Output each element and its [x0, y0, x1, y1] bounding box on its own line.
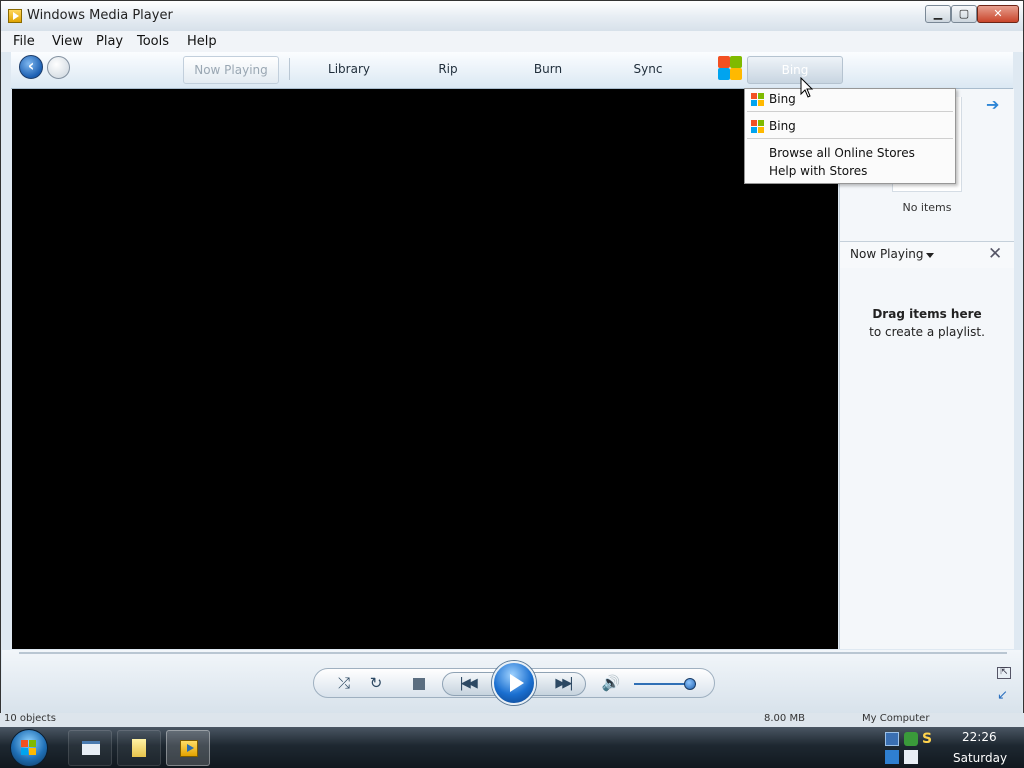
- explorer-status-bar: 10 objects 8.00 MB My Computer: [0, 713, 1024, 727]
- taskbar-explorer[interactable]: [68, 730, 112, 766]
- minimize-button[interactable]: ▁: [925, 5, 951, 23]
- menu-separator: [747, 111, 953, 112]
- seek-bar[interactable]: [19, 652, 1007, 654]
- taskbar-media-player[interactable]: [166, 730, 210, 766]
- media-player-icon: [8, 9, 22, 23]
- mini-mode-icon[interactable]: ↙: [997, 688, 1008, 703]
- tab-burn[interactable]: Burn: [523, 58, 573, 80]
- tab-now-playing[interactable]: Now Playing: [183, 56, 279, 84]
- windows-flag-icon: [751, 93, 764, 106]
- title-bar[interactable]: Windows Media Player ▁ ▢ ✕: [1, 1, 1023, 32]
- window-icon: [82, 741, 100, 755]
- shuffle-icon[interactable]: ⤮: [333, 673, 355, 693]
- menu-view[interactable]: View: [52, 34, 83, 49]
- now-playing-list-header: Now Playing ✕: [840, 241, 1014, 268]
- previous-icon[interactable]: |◀◀: [452, 674, 482, 694]
- taskbar-folder[interactable]: [117, 730, 161, 766]
- clock-time[interactable]: 22:26: [962, 730, 997, 744]
- now-playing-list-dropdown[interactable]: Now Playing: [850, 247, 924, 261]
- forward-button[interactable]: [47, 56, 70, 79]
- volume-icon[interactable]: 🔊: [600, 673, 622, 693]
- status-objects: 10 objects: [4, 713, 56, 724]
- folder-icon: [132, 739, 146, 757]
- menu-file[interactable]: File: [13, 34, 35, 49]
- clear-list-icon[interactable]: ✕: [988, 244, 1002, 264]
- app-icon[interactable]: [885, 750, 899, 764]
- windows-logo-icon: [21, 740, 37, 756]
- playback-controls: ⤮ ↻ |◀◀ ▶▶| 🔊 ⇱ ↙: [2, 650, 1022, 718]
- play-button[interactable]: [492, 661, 536, 705]
- tab-online-stores[interactable]: Bing: [747, 56, 843, 84]
- media-player-icon: [180, 740, 198, 757]
- close-button[interactable]: ✕: [977, 5, 1019, 23]
- store-item-bing-1[interactable]: Bing: [769, 92, 796, 106]
- store-item-bing-2[interactable]: Bing: [769, 119, 796, 133]
- tab-divider: [289, 58, 290, 80]
- status-location: My Computer: [862, 713, 930, 724]
- back-arrow-icon[interactable]: ‹: [19, 55, 43, 79]
- navigation-bar: ‹ Now Playing Library Rip Burn Sync Bing: [11, 52, 1013, 89]
- menu-tools[interactable]: Tools: [137, 34, 169, 49]
- maximize-button[interactable]: ▢: [951, 5, 977, 23]
- network-icon[interactable]: [904, 732, 918, 746]
- online-stores-menu: Bing Bing Browse all Online Stores Help …: [744, 88, 956, 184]
- repeat-icon[interactable]: ↻: [365, 673, 387, 693]
- menu-bar: File View Play Tools Help: [1, 31, 1023, 52]
- next-icon[interactable]: ▶▶|: [548, 674, 578, 694]
- stop-icon[interactable]: [413, 678, 425, 690]
- clock-day[interactable]: Saturday: [953, 751, 1007, 765]
- taskbar: S 22:26 Saturday: [0, 727, 1024, 768]
- document-icon[interactable]: [904, 750, 918, 764]
- no-items-label: No items: [902, 201, 952, 214]
- window-title: Windows Media Player: [27, 8, 173, 23]
- tab-library[interactable]: Library: [311, 58, 387, 80]
- volume-slider-knob[interactable]: [683, 678, 696, 690]
- compact-mode-icon[interactable]: ⇱: [997, 667, 1011, 679]
- currency-icon[interactable]: S: [922, 732, 936, 746]
- menu-help[interactable]: Help: [187, 34, 217, 49]
- windows-flag-icon: [751, 120, 764, 133]
- menu-separator: [747, 138, 953, 139]
- chevron-down-icon[interactable]: [926, 253, 934, 258]
- tab-rip[interactable]: Rip: [427, 58, 469, 80]
- status-size: 8.00 MB: [764, 713, 805, 724]
- menu-play[interactable]: Play: [96, 34, 123, 49]
- system-tray: S: [880, 730, 950, 766]
- drag-hint-subtitle: to create a playlist.: [869, 325, 985, 339]
- start-button[interactable]: [10, 729, 48, 767]
- tab-sync[interactable]: Sync: [623, 58, 673, 80]
- mouse-cursor-icon: [800, 76, 814, 99]
- drag-hint-title: Drag items here: [872, 307, 982, 321]
- video-area[interactable]: [12, 89, 838, 649]
- help-with-stores[interactable]: Help with Stores: [769, 164, 867, 178]
- windows-logo-icon[interactable]: [717, 55, 743, 81]
- forward-arrow-icon[interactable]: ➔: [986, 95, 999, 114]
- desktop-icon[interactable]: [885, 732, 899, 746]
- browse-all-stores[interactable]: Browse all Online Stores: [769, 146, 915, 160]
